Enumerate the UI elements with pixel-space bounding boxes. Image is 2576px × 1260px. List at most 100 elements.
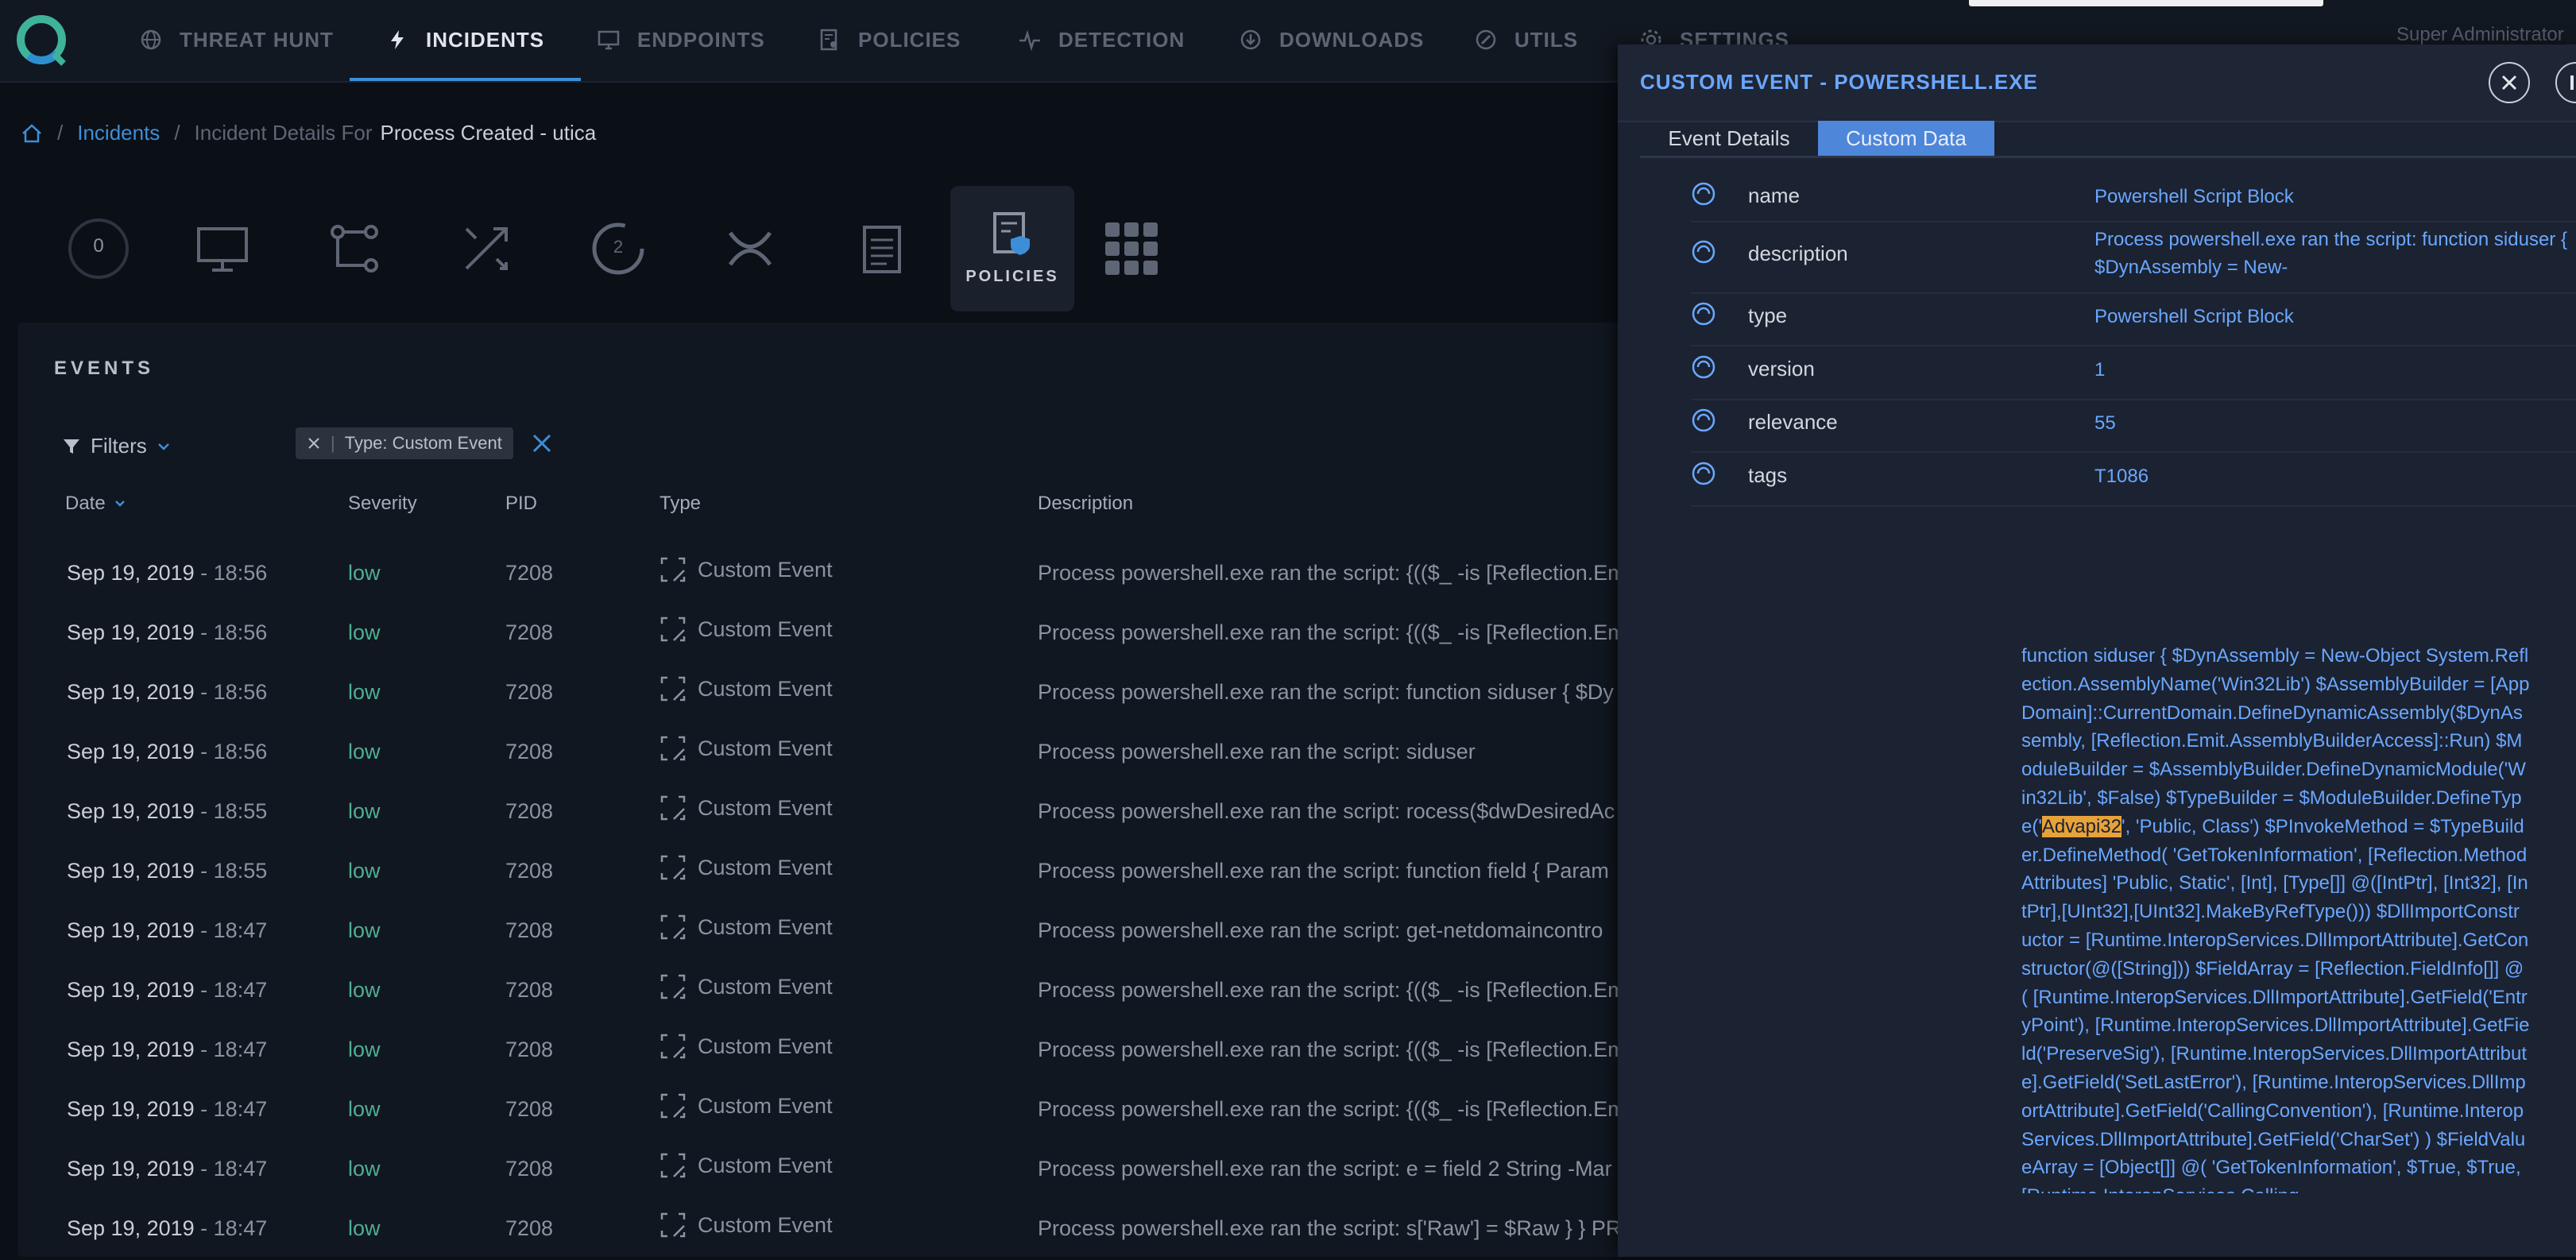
bug-icon	[728, 231, 772, 266]
script-highlight: Advapi32	[2041, 815, 2122, 837]
column-header-pid[interactable]: PID	[505, 493, 537, 515]
row-date: Sep 19, 2019 - 18:47	[67, 978, 267, 1003]
row-date: Sep 19, 2019 - 18:47	[67, 1216, 267, 1241]
time-value: - 18:47	[200, 1157, 268, 1181]
nav-label: THREAT HUNT	[180, 27, 334, 52]
type-label: Custom Event	[698, 1034, 833, 1058]
table-row[interactable]: Sep 19, 2019 - 18:55 low 7208 Custom Event P…	[17, 843, 1654, 902]
nav-endpoints[interactable]: ENDPOINTS	[598, 0, 765, 79]
breadcrumb-incidents-link[interactable]: Incidents	[77, 121, 160, 145]
nav-threat-hunt[interactable]: THREAT HUNT	[140, 0, 334, 79]
user-name[interactable]: Super Administrator	[2396, 24, 2564, 46]
time-value: - 18:47	[200, 978, 268, 1002]
clear-filters-icon[interactable]	[526, 427, 558, 459]
table-row[interactable]: Sep 19, 2019 - 18:47 low 7208 Custom Event P…	[17, 1022, 1654, 1081]
breadcrumb-current: Process Created - utica	[380, 121, 597, 145]
network-button[interactable]	[424, 186, 548, 311]
row-severity: low	[348, 918, 381, 942]
column-header-severity[interactable]: Severity	[348, 493, 417, 515]
property-value[interactable]: Process powershell.exe ran the script: f…	[2094, 226, 2576, 281]
custom-event-icon	[660, 736, 686, 761]
table-row[interactable]: Sep 19, 2019 - 18:47 low 7208 Custom Event P…	[17, 1081, 1654, 1141]
notes-button[interactable]	[820, 186, 944, 311]
type-label: Custom Event	[698, 676, 833, 701]
type-label: Custom Event	[698, 1153, 833, 1177]
nav-detection[interactable]: DETECTION	[1019, 0, 1185, 79]
column-header-description[interactable]: Description	[1038, 493, 1133, 515]
row-description: Process powershell.exe ran the script: {…	[1038, 978, 1626, 1002]
pause-icon[interactable]	[2555, 62, 2576, 103]
type-label: Custom Event	[698, 616, 833, 641]
breadcrumb: / Incidents / Incident Details For Proce…	[21, 121, 596, 145]
sort-chevron-icon	[114, 501, 125, 507]
property-value[interactable]: 55	[2094, 409, 2576, 437]
alerts-count-button[interactable]: 2	[556, 186, 680, 311]
chip-divider: |	[331, 433, 335, 453]
endpoint-button[interactable]	[161, 186, 284, 311]
date-value: Sep 19, 2019	[67, 1097, 195, 1121]
count-circle-button[interactable]: 0	[37, 186, 161, 311]
date-value: Sep 19, 2019	[67, 680, 195, 704]
process-tree-button[interactable]	[292, 186, 416, 311]
app-logo-icon[interactable]	[14, 13, 68, 67]
property-value[interactable]: T1086	[2094, 462, 2576, 490]
row-pid: 7208	[505, 740, 554, 763]
nav-label: POLICIES	[858, 27, 961, 52]
nav-downloads[interactable]: DOWNLOADS	[1240, 0, 1424, 79]
property-name: relevance	[1748, 410, 1838, 434]
column-header-date[interactable]: Date	[65, 493, 126, 515]
row-type: Custom Event	[659, 854, 833, 881]
policy-doc-icon	[993, 211, 1030, 255]
custom-event-icon	[660, 1212, 686, 1238]
property-value[interactable]: Powershell Script Block	[2094, 183, 2576, 211]
time-value: - 18:56	[200, 620, 268, 644]
property-row: relevance 55	[1691, 399, 2576, 453]
property-value[interactable]: Powershell Script Block	[2094, 303, 2576, 330]
row-severity: low	[348, 561, 381, 585]
row-severity: low	[348, 1157, 381, 1181]
policies-button[interactable]: POLICIES	[950, 186, 1074, 311]
property-status-icon	[1692, 302, 1715, 326]
table-row[interactable]: Sep 19, 2019 - 18:56 low 7208 Custom Event P…	[17, 545, 1654, 605]
column-header-type[interactable]: Type	[659, 493, 701, 515]
row-pid: 7208	[505, 620, 554, 644]
row-severity: low	[348, 859, 381, 883]
row-type: Custom Event	[659, 914, 833, 941]
table-row[interactable]: Sep 19, 2019 - 18:47 low 7208 Custom Event P…	[17, 962, 1654, 1022]
row-description: Process powershell.exe ran the script: r…	[1038, 799, 1615, 823]
nav-label: UTILS	[1514, 27, 1579, 52]
breadcrumb-separator: /	[57, 121, 64, 145]
type-label: Custom Event	[698, 736, 833, 760]
row-date: Sep 19, 2019 - 18:56	[67, 620, 267, 645]
filters-toggle[interactable]: Filters	[62, 434, 171, 458]
filter-chip-label: Type: Custom Event	[344, 433, 502, 453]
tab-event-details[interactable]: Event Details	[1640, 121, 1818, 156]
close-icon[interactable]	[307, 436, 321, 450]
property-value[interactable]: 1	[2094, 356, 2576, 384]
network-arrows-icon	[465, 227, 508, 270]
row-severity: low	[348, 1038, 381, 1061]
nav-utils[interactable]: UTILS	[1475, 0, 1578, 79]
apps-grid-button[interactable]	[1069, 186, 1193, 311]
row-type: Custom Event	[659, 1152, 833, 1179]
close-icon[interactable]	[2489, 62, 2530, 103]
home-icon[interactable]	[21, 122, 43, 145]
nav-policies[interactable]: POLICIES	[818, 0, 961, 79]
table-row[interactable]: Sep 19, 2019 - 18:55 low 7208 Custom Event P…	[17, 783, 1654, 843]
table-row[interactable]: Sep 19, 2019 - 18:56 low 7208 Custom Event P…	[17, 664, 1654, 724]
table-row[interactable]: Sep 19, 2019 - 18:47 low 7208 Custom Event P…	[17, 1141, 1654, 1200]
nav-incidents[interactable]: INCIDENTS	[349, 0, 582, 81]
property-row: name Powershell Script Block	[1691, 176, 2576, 222]
property-name: description	[1748, 242, 1848, 265]
custom-event-icon	[660, 1093, 686, 1119]
row-severity: low	[348, 620, 381, 644]
bug-button[interactable]	[688, 186, 812, 311]
table-row[interactable]: Sep 19, 2019 - 18:47 low 7208 Custom Event P…	[17, 1200, 1654, 1260]
table-row[interactable]: Sep 19, 2019 - 18:56 low 7208 Custom Event P…	[17, 605, 1654, 664]
filter-chip[interactable]: | Type: Custom Event	[296, 427, 513, 459]
tab-custom-data[interactable]: Custom Data	[1818, 121, 1994, 156]
row-type: Custom Event	[659, 973, 833, 1000]
table-row[interactable]: Sep 19, 2019 - 18:47 low 7208 Custom Event P…	[17, 902, 1654, 962]
table-row[interactable]: Sep 19, 2019 - 18:56 low 7208 Custom Event P…	[17, 724, 1654, 783]
custom-event-icon	[660, 616, 686, 642]
